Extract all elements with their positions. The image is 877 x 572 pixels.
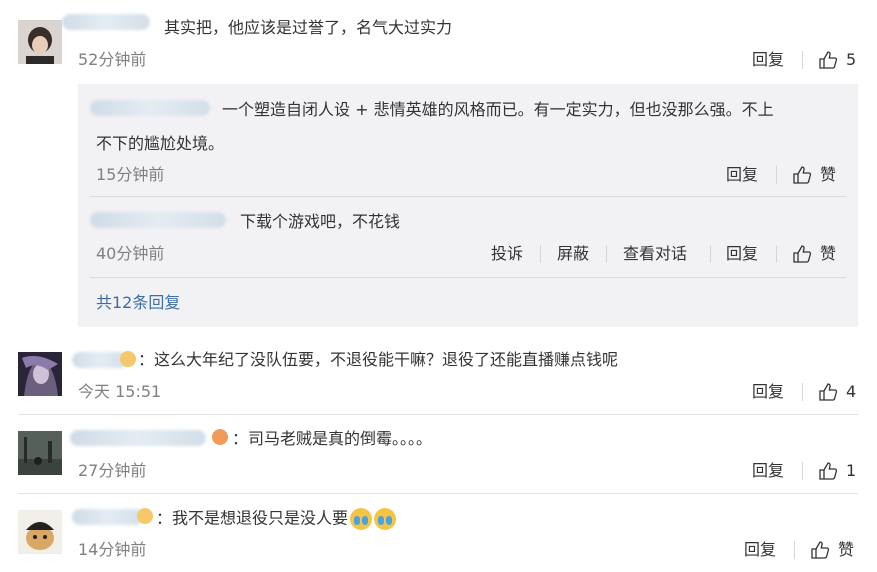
thumbs-up-icon	[793, 166, 812, 184]
like-button[interactable]: 赞	[810, 540, 854, 560]
avatar[interactable]	[18, 431, 62, 475]
comment-text: ：这么大年纪了没队伍要，不退役能干嘛？退役了还能直播赚点钱呢	[138, 350, 619, 369]
like-label: 赞	[820, 165, 837, 184]
divider	[710, 245, 711, 263]
reply-time: 40分钟前	[96, 244, 165, 263]
divider	[18, 493, 858, 494]
comment-time: 52分钟前	[78, 50, 147, 69]
thumbs-up-icon	[793, 245, 812, 263]
like-button[interactable]: 1	[818, 461, 856, 481]
divider	[776, 245, 777, 263]
like-button[interactable]: 赞	[792, 165, 836, 185]
crying-face-emoji-icon	[350, 508, 373, 530]
comment-time: 14分钟前	[78, 540, 147, 559]
like-count: 5	[846, 50, 857, 69]
divider	[776, 166, 777, 184]
avatar[interactable]	[18, 510, 62, 554]
avatar[interactable]	[18, 20, 62, 64]
reply-text-line1: 一个塑造自闭人设 + 悲情英雄的风格而已。有一定实力，但也没那么强。不上	[222, 100, 774, 119]
username-blurred[interactable]	[90, 100, 210, 116]
thumbs-up-icon	[819, 462, 838, 480]
reply-button[interactable]: 回复	[726, 244, 758, 264]
divider	[802, 51, 803, 69]
badge-icon	[212, 429, 228, 445]
username-blurred[interactable]	[90, 212, 226, 228]
avatar[interactable]	[18, 352, 62, 396]
badge-icon	[120, 351, 136, 367]
reply-button[interactable]: 回复	[752, 50, 784, 70]
username-blurred[interactable]	[70, 430, 206, 446]
like-count: 4	[846, 382, 857, 401]
report-button[interactable]: 投诉	[491, 244, 523, 264]
view-conversation-button[interactable]: 查看对话	[623, 244, 687, 264]
reply-button[interactable]: 回复	[752, 461, 784, 481]
divider	[802, 462, 803, 480]
reply-button[interactable]: 回复	[726, 165, 758, 185]
thumbs-up-icon	[819, 51, 838, 69]
divider	[18, 414, 858, 415]
reply-text: 下载个游戏吧，不花钱	[240, 212, 401, 231]
reply-panel: 一个塑造自闭人设 + 悲情英雄的风格而已。有一定实力，但也没那么强。不上 不下的…	[78, 84, 858, 327]
like-label: 赞	[838, 540, 855, 559]
like-button[interactable]: 4	[818, 382, 856, 402]
divider	[90, 277, 846, 278]
username-blurred[interactable]	[72, 509, 144, 525]
block-button[interactable]: 屏蔽	[557, 244, 589, 264]
crying-face-emoji-icon	[374, 508, 397, 530]
divider	[802, 383, 803, 401]
username-blurred[interactable]	[62, 14, 150, 30]
comment-text: ：司马老贼是真的倒霉。。。。	[232, 429, 433, 448]
more-replies-link[interactable]: 共12条回复	[96, 293, 180, 313]
like-count: 1	[846, 461, 857, 480]
reply-time: 15分钟前	[96, 165, 165, 184]
comment-time: 今天 15:51	[78, 382, 162, 401]
reply-button[interactable]: 回复	[752, 382, 784, 402]
thumbs-up-icon	[811, 541, 830, 559]
divider	[90, 196, 846, 197]
like-button[interactable]: 5	[818, 50, 856, 70]
reply-button[interactable]: 回复	[744, 540, 776, 560]
comment-text: ：我不是想退役只是没人要	[156, 508, 397, 530]
divider	[794, 541, 795, 559]
reply-text-line2: 不下的尴尬处境。	[96, 134, 225, 153]
like-button[interactable]: 赞	[792, 244, 836, 264]
comment-text-body: ：我不是想退役只是没人要	[156, 508, 349, 528]
comment-time: 27分钟前	[78, 461, 147, 480]
comment-text: 其实把，他应该是过誉了，名气大过实力	[164, 18, 453, 37]
divider	[606, 245, 607, 263]
like-label: 赞	[820, 244, 837, 263]
thumbs-up-icon	[819, 383, 838, 401]
badge-icon	[137, 508, 153, 524]
divider	[540, 245, 541, 263]
